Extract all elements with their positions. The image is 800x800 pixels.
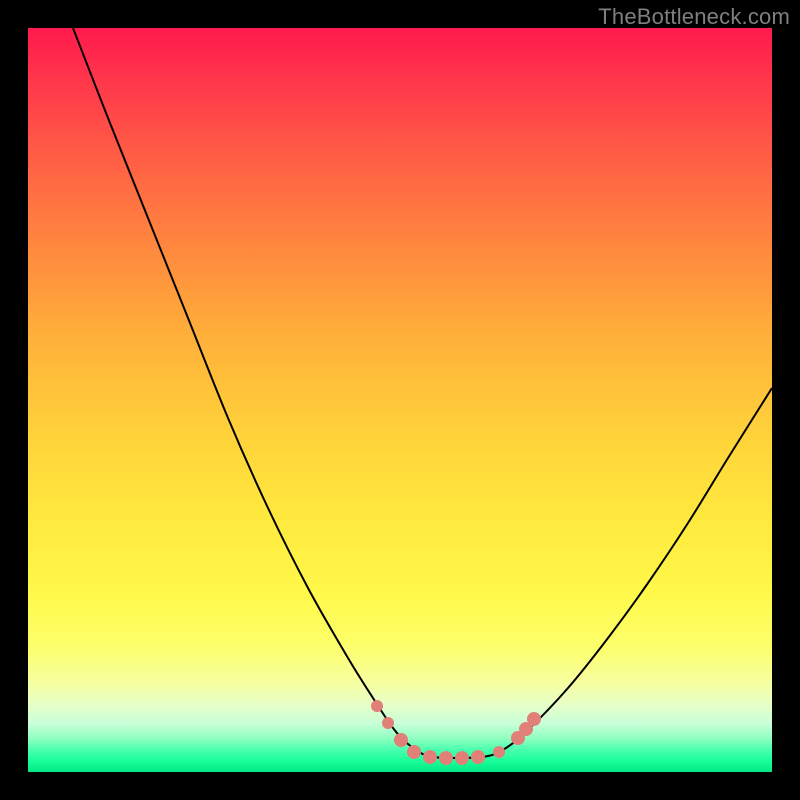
trough-marker: [455, 751, 469, 765]
trough-marker: [493, 746, 505, 758]
trough-marker: [423, 750, 437, 764]
trough-marker: [527, 712, 541, 726]
bottleneck-curve: [73, 28, 772, 758]
trough-marker: [471, 750, 485, 764]
trough-marker: [371, 700, 383, 712]
watermark-text: TheBottleneck.com: [598, 4, 790, 30]
trough-marker: [407, 745, 421, 759]
curve-layer: [28, 28, 772, 772]
trough-marker: [439, 751, 453, 765]
plot-area: [28, 28, 772, 772]
trough-marker: [382, 717, 394, 729]
trough-marker: [394, 733, 408, 747]
chart-stage: TheBottleneck.com: [0, 0, 800, 800]
